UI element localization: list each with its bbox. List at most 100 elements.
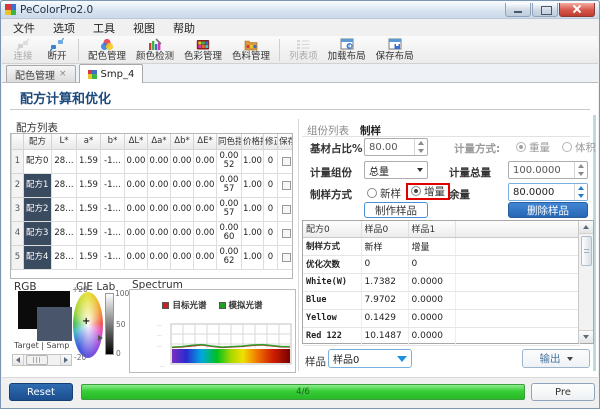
recipe-value-cell: 0.00	[125, 245, 148, 269]
legend-simulated: 模拟光谱	[219, 299, 263, 311]
sample-table-row[interactable]: 制样方式新样增量	[303, 237, 579, 255]
sample-select-dropdown[interactable]: 样品0	[328, 349, 412, 368]
menu-item[interactable]: 视图	[124, 19, 164, 37]
recipe-row[interactable]: 2配方128…1.59-1…0.000.000.000.000.00571.00…	[12, 173, 294, 197]
row-number: 5	[12, 245, 24, 269]
radio-increment-icon[interactable]	[411, 186, 421, 196]
sample-table-scrollbar[interactable]	[578, 221, 593, 343]
sample-value-cell: 0.0000	[408, 291, 455, 309]
svg-text:·: ·	[287, 364, 289, 370]
menu-item[interactable]: 选项	[44, 19, 84, 37]
make-sample-button[interactable]: 制作样品	[364, 202, 428, 218]
recipe-value-cell: 0.00	[194, 149, 217, 173]
recipe-value-cell: 28…	[52, 149, 77, 173]
tab-smp4[interactable]: Smp_4	[79, 64, 144, 83]
recipe-name-cell[interactable]: 配方4	[24, 245, 52, 269]
sample-table-header: 配方0样品0样品1	[303, 221, 579, 237]
sample-value-cell: 增量	[408, 237, 455, 255]
rgb-horizontal-scrollbar[interactable]	[12, 354, 72, 366]
recipe-column-header: L*	[52, 134, 77, 149]
toolbar-item-color-match[interactable]: 配色管理	[83, 37, 131, 63]
pre-button[interactable]: Pre	[531, 383, 595, 401]
sample-table-row[interactable]: Red 12210.14870.0000	[303, 327, 579, 345]
recipe-value-cell: 0.0060	[217, 221, 242, 245]
toolbar-item-disconnect[interactable]: 断开	[40, 37, 74, 63]
tab-close-icon[interactable]: ×	[59, 70, 67, 79]
recipe-row[interactable]: 1配方028…1.59-1…0.000.000.000.000.00521.00…	[12, 149, 294, 173]
delete-sample-button[interactable]: 删除样品	[508, 202, 588, 218]
remain-spinner[interactable]: 80.0000	[508, 183, 588, 201]
menu-item[interactable]: 工具	[84, 19, 124, 37]
remain-value: 80.0000	[509, 187, 574, 198]
disconnect-icon	[50, 38, 64, 51]
scroll-left-icon[interactable]	[13, 355, 24, 365]
component-value: 总量	[365, 163, 413, 178]
recipe-value-cell: 0.00	[171, 149, 194, 173]
tab-label: 配色管理	[15, 67, 55, 82]
save-checkbox[interactable]	[282, 157, 291, 166]
color-manage-icon	[196, 38, 210, 51]
spectrum-legend: 目标光谱 模拟光谱	[130, 299, 295, 311]
component-dropdown[interactable]: 总量	[364, 161, 428, 179]
recipe-value-cell: 0.00	[171, 197, 194, 221]
sample-table-row[interactable]: White(W)1.73820.0000	[303, 273, 579, 291]
recipe-value-cell: 0	[264, 197, 278, 221]
recipe-value-cell: 28…	[52, 245, 77, 269]
toolbar-item-color-detect[interactable]: 颜色检测	[131, 37, 179, 63]
sample-table-row[interactable]: Blue7.97020.0000	[303, 291, 579, 309]
save-checkbox[interactable]	[282, 205, 291, 214]
recipe-name-cell[interactable]: 配方0	[24, 149, 52, 173]
maximize-button[interactable]	[532, 3, 558, 17]
menubar: 文件选项工具视图帮助	[2, 19, 598, 36]
recipe-name-cell[interactable]: 配方3	[24, 221, 52, 245]
menu-item[interactable]: 帮助	[164, 19, 204, 37]
legend-simulated-swatch	[219, 302, 226, 309]
tab-color-match-manage[interactable]: 配色管理 ×	[6, 65, 76, 82]
lightness-bar[interactable]	[105, 293, 114, 355]
output-button[interactable]: 输出	[522, 349, 590, 368]
sample-table-row[interactable]: Yellow0.14290.0000	[303, 309, 579, 327]
lightness-marker-icon[interactable]	[98, 335, 103, 341]
recipe-column-header: 价格指	[242, 134, 264, 149]
sample-value-cell: 0.1429	[361, 309, 408, 327]
recipe-row[interactable]: 3配方228…1.59-1…0.000.000.000.000.00571.00…	[12, 197, 294, 221]
recipe-value-cell: 28…	[52, 197, 77, 221]
scroll-up-icon[interactable]	[579, 221, 593, 234]
radio-new-sample[interactable]: 新样	[367, 186, 401, 201]
toolbar-item-load-layout[interactable]: 加载布局	[323, 37, 371, 63]
recipe-row[interactable]: 4配方328…1.59-1…0.000.000.000.000.00601.00…	[12, 221, 294, 245]
sample-result-table: 配方0样品0样品1 制样方式新样增量优化次数00White(W)1.73820.…	[302, 220, 594, 344]
base-ratio-value: 80.00	[365, 142, 414, 153]
toolbar-item-color-manage[interactable]: 色彩管理	[179, 37, 227, 63]
save-checkbox[interactable]	[282, 253, 291, 262]
scrollbar-thumb[interactable]	[581, 236, 592, 266]
radio-new-icon[interactable]	[367, 188, 377, 198]
toolbar-item-save-layout[interactable]: 保存布局	[371, 37, 419, 63]
spin-down-icon[interactable]	[575, 192, 587, 200]
sample-column-header: 样品0	[361, 221, 408, 237]
save-checkbox[interactable]	[282, 229, 291, 238]
close-button[interactable]	[559, 3, 595, 17]
recipe-name-cell[interactable]: 配方1	[24, 173, 52, 197]
reset-button[interactable]: Reset	[9, 383, 73, 401]
scroll-down-icon[interactable]	[579, 330, 593, 343]
scrollbar-thumb[interactable]	[26, 355, 48, 365]
recipe-value-cell: 0.00	[125, 149, 148, 173]
radio-increment[interactable]: 增量	[411, 184, 445, 199]
spin-up-icon[interactable]	[575, 184, 587, 192]
toolbar-item-colorant-manage[interactable]: 色料管理	[227, 37, 275, 63]
recipe-row[interactable]: 5配方428…1.59-1…0.000.000.000.000.00621.00…	[12, 245, 294, 269]
recipe-name-cell[interactable]: 配方2	[24, 197, 52, 221]
progress-bar: 4/6	[81, 384, 525, 400]
sample-column-header: 配方0	[303, 221, 361, 237]
sample-value-cell	[455, 273, 579, 291]
menu-item[interactable]: 文件	[4, 19, 44, 37]
sample-value-cell: 0	[408, 255, 455, 273]
sample-table-row[interactable]: 优化次数00	[303, 255, 579, 273]
scroll-right-icon[interactable]	[60, 355, 71, 365]
panel-splitter[interactable]	[298, 119, 299, 371]
recipe-value-cell: 1.59	[77, 197, 101, 221]
sample-value-cell: 10.1487	[361, 327, 408, 345]
minimize-button[interactable]	[505, 3, 531, 17]
save-checkbox[interactable]	[282, 181, 291, 190]
